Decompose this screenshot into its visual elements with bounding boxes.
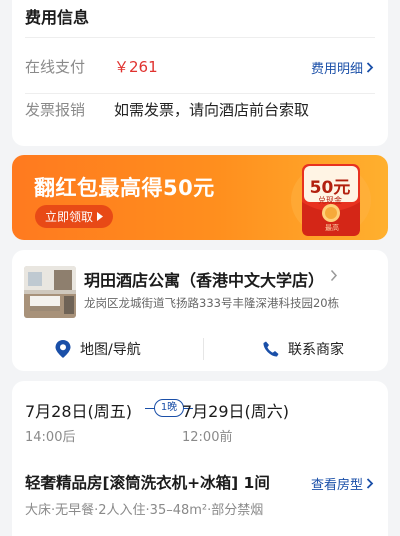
claim-now-button[interactable]: 立即领取 (35, 205, 114, 228)
booking-details-card: 7月28日(周五) 14:00后 1晚 7月29日(周六) 12:00前 轻奢精… (12, 381, 388, 536)
map-pin-icon (55, 340, 71, 358)
divider (203, 338, 204, 360)
hotel-address: 龙岗区龙城街道飞扬路333号丰隆深港科技园20栋 (84, 296, 340, 310)
fee-info-card: 费用信息 在线支付 ￥261 费用明细 发票报销 如需发票，请向酒店前台索取 (12, 0, 388, 146)
hotel-thumbnail[interactable] (24, 266, 76, 318)
banner-title: 翻红包最高得50元 (34, 176, 215, 200)
checkout-date: 7月29日(周六) (182, 402, 290, 421)
checkout-time: 12:00前 (182, 430, 233, 445)
fee-info-title: 费用信息 (25, 8, 90, 27)
envelope-subtitle: 兑现金 (318, 196, 342, 205)
contact-merchant-button[interactable]: 联系商家 (262, 339, 344, 359)
invoice-label: 发票报销 (25, 101, 86, 119)
chevron-right-icon[interactable] (330, 269, 338, 282)
room-title: 轻奢精品房[滚筒洗衣机+冰箱] 1间 (25, 474, 270, 492)
room-info: 大床·无早餐·2人入住·35–48m²·部分禁烟 (25, 503, 264, 518)
map-navigation-button[interactable]: 地图/导航 (54, 339, 141, 359)
claim-now-label: 立即领取 (45, 210, 94, 224)
fee-detail-label: 费用明细 (310, 62, 363, 77)
red-envelope-banner[interactable]: 翻红包最高得50元 立即领取 50元 兑现金 最高 (12, 155, 388, 240)
online-payment-label: 在线支付 (25, 58, 86, 76)
view-room-type-link[interactable]: 查看房型 (311, 474, 374, 493)
invoice-value: 如需发票，请向酒店前台索取 (114, 101, 310, 119)
divider (25, 37, 375, 38)
contact-merchant-label: 联系商家 (288, 342, 344, 358)
phone-icon (263, 341, 279, 357)
view-room-type-label: 查看房型 (310, 478, 363, 493)
chevron-right-icon (97, 212, 104, 221)
divider (25, 93, 375, 94)
chevron-right-icon (366, 478, 374, 489)
checkin-date: 7月28日(周五) (25, 402, 133, 421)
chevron-right-icon (366, 62, 374, 73)
hotel-name[interactable]: 玥田酒店公寓（香港中文大学店） (84, 267, 324, 291)
hotel-card: 玥田酒店公寓（香港中文大学店） 龙岗区龙城街道飞扬路333号丰隆深港科技园20栋… (12, 250, 388, 371)
fee-detail-link[interactable]: 费用明细 (311, 58, 374, 77)
map-navigation-label: 地图/导航 (80, 342, 141, 358)
nights-count: 1晚 (153, 399, 185, 417)
envelope-max-tag: 最高 (325, 224, 339, 232)
hotel-room-image (24, 266, 76, 318)
payment-amount: ￥261 (114, 58, 158, 76)
checkin-time: 14:00后 (25, 430, 76, 445)
